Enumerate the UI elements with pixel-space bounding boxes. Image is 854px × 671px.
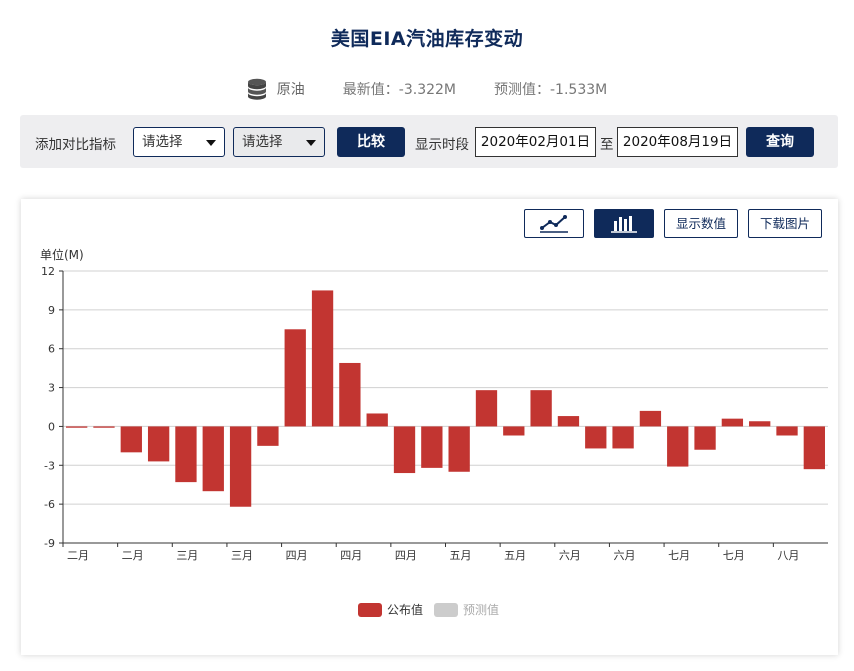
x-tick-label: 三月	[231, 549, 253, 562]
compare-button[interactable]: 比较	[337, 127, 405, 157]
y-tick-label: 6	[48, 343, 55, 356]
bar	[284, 329, 306, 427]
bar	[93, 426, 115, 428]
legend-label[interactable]: 预测值	[463, 602, 499, 617]
date-range-separator: 至	[600, 137, 614, 153]
bar	[530, 390, 552, 427]
start-date-input[interactable]: 2020年02月01日	[475, 127, 596, 157]
y-tick-label: 0	[48, 420, 55, 433]
period-label: 显示时段	[415, 137, 469, 153]
y-tick-label: -6	[44, 498, 55, 511]
bar	[202, 426, 224, 492]
bar	[175, 426, 197, 483]
x-tick-label: 二月	[67, 549, 89, 562]
legend-label[interactable]: 公布值	[387, 602, 423, 617]
database-icon	[247, 78, 266, 100]
compare-select-2[interactable]: 请选择	[233, 127, 325, 157]
x-tick-label: 四月	[286, 549, 308, 562]
bar-chart: -9 -6 -3 0 3 6 9 12 二月 二月 三月 三月 四月 四月 四月 五月 五月 六月 六月 七月 七月 八月…	[41, 265, 828, 617]
chart-panel: 显示数值 下载图片 单位(M) -9 -6 -3 0 3 6 9 12 二月 二月 三月 三月 四月 四月…	[21, 199, 838, 655]
x-tick-label: 五月	[450, 549, 472, 562]
indicator-summary: 原油 最新值：-3.322M 预测值：-1.533M	[0, 78, 854, 100]
bar	[721, 418, 744, 427]
x-tick-label: 四月	[340, 549, 362, 562]
bar	[475, 390, 498, 427]
bar	[339, 362, 361, 427]
y-tick-label: -3	[44, 459, 55, 472]
x-tick-label: 八月	[777, 549, 799, 562]
bar	[503, 426, 525, 436]
filter-toolbar: 添加对比指标 请选择 请选择 比较 显示时段 2020年02月01日 至 202…	[20, 115, 838, 168]
y-tick-label: 9	[48, 304, 55, 317]
bar	[694, 426, 716, 450]
bar	[147, 426, 170, 462]
x-tick-label: 三月	[176, 549, 198, 562]
bar	[66, 426, 88, 428]
bar	[448, 426, 470, 472]
bar	[585, 426, 607, 449]
y-tick-label: 3	[48, 382, 55, 395]
x-tick-label: 六月	[559, 549, 581, 562]
bar	[557, 416, 580, 427]
latest-value: 最新值：-3.322M	[342, 82, 456, 98]
bar	[749, 421, 771, 427]
compare-indicator-label: 添加对比指标	[35, 137, 116, 153]
forecast-value: 预测值：-1.533M	[494, 82, 608, 98]
legend-swatch[interactable]	[358, 603, 382, 617]
page-title: 美国EIA汽油库存变动	[330, 28, 524, 50]
bar	[366, 413, 388, 427]
x-tick-label: 七月	[723, 549, 745, 562]
chevron-down-icon	[306, 140, 316, 146]
bar	[612, 426, 634, 449]
bar	[229, 426, 252, 507]
x-tick-label: 二月	[122, 549, 144, 562]
bar	[803, 426, 825, 470]
bar	[311, 290, 334, 427]
end-date-input[interactable]: 2020年08月19日	[617, 127, 738, 157]
y-tick-label: 12	[41, 265, 55, 278]
bar	[393, 426, 416, 474]
bar	[257, 426, 279, 446]
x-tick-label: 七月	[668, 549, 690, 562]
x-tick-label: 四月	[395, 549, 417, 562]
bar	[667, 426, 689, 467]
chevron-down-icon	[206, 140, 216, 146]
bar	[421, 426, 443, 468]
x-tick-label: 六月	[613, 549, 635, 562]
query-button[interactable]: 查询	[746, 127, 814, 157]
legend-swatch[interactable]	[434, 603, 458, 617]
commodity-label: 原油	[276, 82, 305, 98]
x-tick-label: 五月	[504, 549, 526, 562]
bar	[776, 426, 798, 436]
compare-select-1[interactable]: 请选择	[133, 127, 225, 157]
y-tick-label: -9	[44, 537, 55, 550]
bar	[120, 426, 142, 453]
bar	[639, 410, 662, 427]
